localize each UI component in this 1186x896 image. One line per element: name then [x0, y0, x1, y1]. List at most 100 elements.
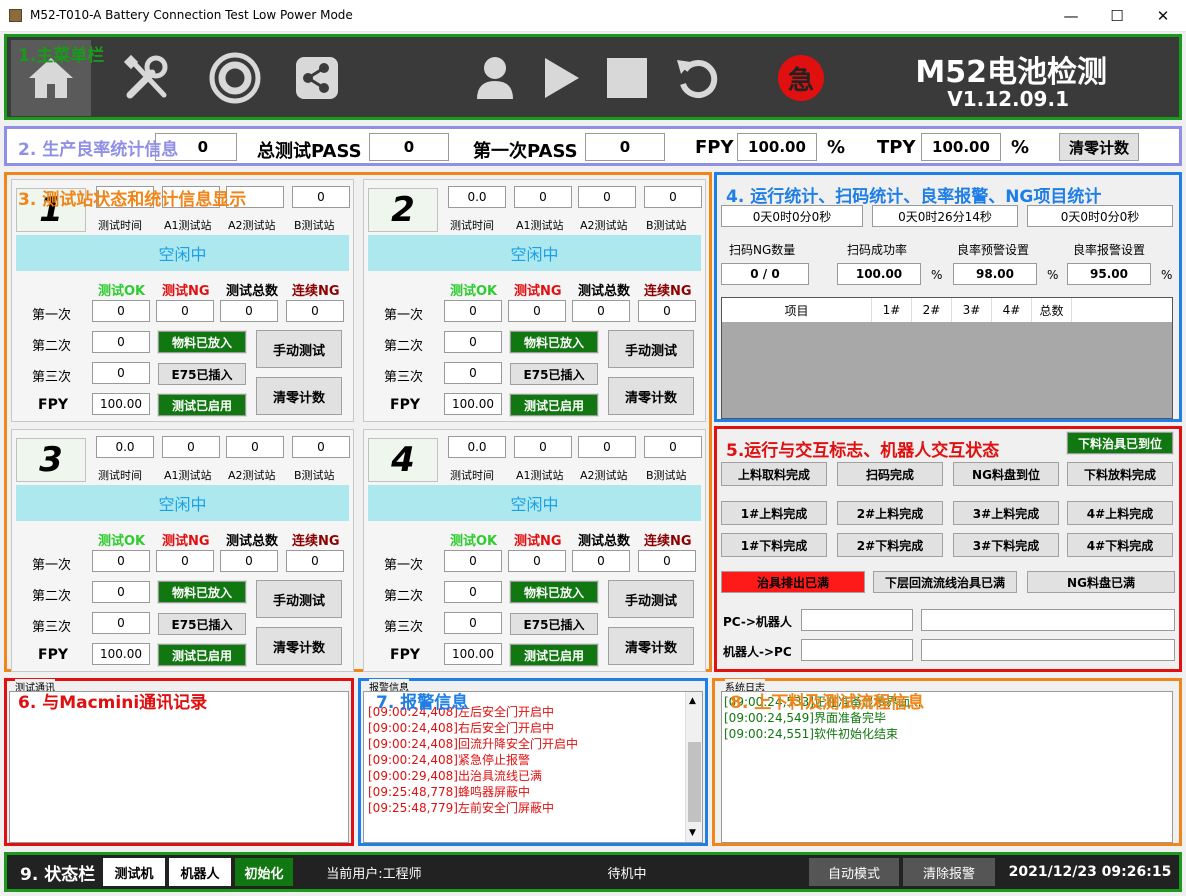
robot-flag-button[interactable]: 扫码完成: [837, 462, 943, 486]
emergency-stop-button[interactable]: 急: [778, 55, 824, 101]
station-head-value: 0: [514, 436, 572, 458]
status-init[interactable]: 初始化: [235, 858, 293, 886]
manual-test-button[interactable]: 手动测试: [256, 580, 342, 618]
reset-button[interactable]: [657, 40, 737, 116]
manual-test-button[interactable]: 手动测试: [608, 330, 694, 368]
robot-flag-button[interactable]: 上料取料完成: [721, 462, 827, 486]
ng-items-table: 项目 1# 2# 3# 4# 总数: [721, 297, 1173, 419]
target-button[interactable]: [195, 40, 275, 116]
material-placed-button[interactable]: 物料已放入: [509, 580, 599, 604]
station-status-idle: 空闲中: [368, 485, 701, 521]
robot-flag-button[interactable]: 2#上料完成: [837, 501, 943, 525]
unload-fixture-ready-button[interactable]: 下料治具已到位: [1066, 431, 1174, 455]
total-pass-value: 0: [369, 133, 449, 161]
test-enabled-button[interactable]: 测试已启用: [157, 643, 247, 667]
station-head-label: 测试时间: [450, 219, 494, 232]
station-head-value: 0: [644, 186, 702, 208]
station-row-label: 第三次: [32, 370, 72, 385]
clear-alarm-button[interactable]: 清除报警: [903, 858, 995, 886]
station-head-label: A2测试站: [580, 469, 628, 482]
alarm-scroll-thumb[interactable]: [688, 742, 701, 822]
station-status-idle: 空闲中: [16, 235, 349, 271]
material-placed-button[interactable]: 物料已放入: [509, 330, 599, 354]
station-col-header: 连续NG: [292, 284, 340, 299]
robot-flag-button[interactable]: 4#下料完成: [1067, 533, 1173, 557]
alarm-scrollbar[interactable]: ▲ ▼: [685, 692, 702, 842]
station-card-2: 2 0.0 测试时间 0 A1测试站 0 A2测试站 0 B测试站 空闲中 测试OK 测试NG 测试总数…: [363, 179, 706, 422]
pc-to-robot-field[interactable]: [801, 609, 913, 631]
station-head-label: B测试站: [294, 469, 335, 482]
share-icon: [296, 57, 338, 99]
robot-flag-button[interactable]: 3#上料完成: [953, 501, 1059, 525]
e75-inserted-button[interactable]: E75已插入: [158, 613, 246, 635]
robot-to-pc-detail[interactable]: [921, 639, 1175, 661]
fixture-out-full-button[interactable]: 治具排出已满: [721, 571, 865, 593]
total-pass-label: 总测试PASS: [257, 141, 362, 162]
material-placed-button[interactable]: 物料已放入: [157, 330, 247, 354]
station-row-label: 第三次: [384, 370, 424, 385]
e75-inserted-button[interactable]: E75已插入: [158, 363, 246, 385]
yield-alarm-value[interactable]: 95.00: [1067, 263, 1151, 285]
robot-flag-button[interactable]: 1#上料完成: [721, 501, 827, 525]
test-enabled-button[interactable]: 测试已启用: [509, 393, 599, 417]
test-enabled-button[interactable]: 测试已启用: [157, 393, 247, 417]
station-head-label: 测试时间: [98, 219, 142, 232]
manual-test-button[interactable]: 手动测试: [608, 580, 694, 618]
station-head-value: 0.0: [448, 186, 506, 208]
material-placed-button[interactable]: 物料已放入: [157, 580, 247, 604]
ng-tray-full-button[interactable]: NG料盘已满: [1027, 571, 1175, 593]
scan-rate-value[interactable]: 100.00: [837, 263, 921, 285]
scan-rate-label: 扫码成功率: [847, 243, 908, 257]
minimize-button[interactable]: —: [1048, 0, 1094, 32]
window-title: M52-T010-A Battery Connection Test Low P…: [30, 8, 353, 22]
e75-inserted-button[interactable]: E75已插入: [510, 613, 598, 635]
robot-flag-button[interactable]: 2#下料完成: [837, 533, 943, 557]
station-count-cell: 0: [92, 612, 150, 634]
station-number: 2: [368, 188, 438, 232]
manual-test-button[interactable]: 手动测试: [256, 330, 342, 368]
close-button[interactable]: ✕: [1140, 0, 1186, 32]
station-count-cell: 0: [220, 300, 278, 322]
station-row-label: 第二次: [384, 589, 424, 604]
fpy-label: FPY: [695, 137, 734, 158]
maximize-button[interactable]: ☐: [1094, 0, 1140, 32]
section-label-yield: 2. 生产良率统计信息: [18, 140, 179, 160]
station-count-cell: 0: [638, 550, 696, 572]
tools-button[interactable]: [107, 40, 187, 116]
station-clear-button[interactable]: 清零计数: [608, 377, 694, 415]
robot-flag-button[interactable]: NG料盘到位: [953, 462, 1059, 486]
robot-to-pc-field[interactable]: [801, 639, 913, 661]
pc-to-robot-detail[interactable]: [921, 609, 1175, 631]
main-menu-bar: 急 M52电池检测 V1.12.09.1: [4, 34, 1182, 120]
robot-flag-button[interactable]: 下料放料完成: [1067, 462, 1173, 486]
station-number: 4: [368, 438, 438, 482]
share-button[interactable]: [277, 40, 357, 116]
section-label-stations: 3. 测试站状态和统计信息显示: [18, 190, 247, 210]
e75-inserted-button[interactable]: E75已插入: [510, 363, 598, 385]
yield-warn-value[interactable]: 98.00: [953, 263, 1037, 285]
yield-stats-bar: 0 总测试PASS 0 第一次PASS 0 FPY 100.00 % TPY 1…: [4, 126, 1182, 166]
lower-return-full-button[interactable]: 下层回流流线治具已满: [873, 571, 1017, 593]
tpy-percent: %: [1011, 137, 1030, 158]
yield-warn-label: 良率预警设置: [957, 243, 1030, 257]
station-head-value: 0: [578, 436, 636, 458]
station-head-label: A1测试站: [516, 219, 564, 232]
robot-flag-button[interactable]: 4#上料完成: [1067, 501, 1173, 525]
station-fpy-label: FPY: [38, 397, 68, 413]
station-clear-button[interactable]: 清零计数: [256, 377, 342, 415]
stop-button[interactable]: [587, 40, 667, 116]
station-fpy-value: 100.00: [444, 643, 502, 665]
station-clear-button[interactable]: 清零计数: [608, 627, 694, 665]
robot-flag-button[interactable]: 3#下料完成: [953, 533, 1059, 557]
status-robot[interactable]: 机器人: [169, 858, 231, 886]
yield-clear-button[interactable]: 清零计数: [1059, 133, 1139, 161]
robot-flag-button[interactable]: 1#下料完成: [721, 533, 827, 557]
auto-mode-button[interactable]: 自动模式: [809, 858, 899, 886]
test-enabled-button[interactable]: 测试已启用: [509, 643, 599, 667]
scroll-up-icon[interactable]: ▲: [689, 696, 696, 706]
station-clear-button[interactable]: 清零计数: [256, 627, 342, 665]
station-head-value: 0: [292, 186, 350, 208]
station-head-label: A1测试站: [164, 469, 212, 482]
scroll-down-icon[interactable]: ▼: [689, 828, 696, 838]
status-test-machine[interactable]: 测试机: [103, 858, 165, 886]
